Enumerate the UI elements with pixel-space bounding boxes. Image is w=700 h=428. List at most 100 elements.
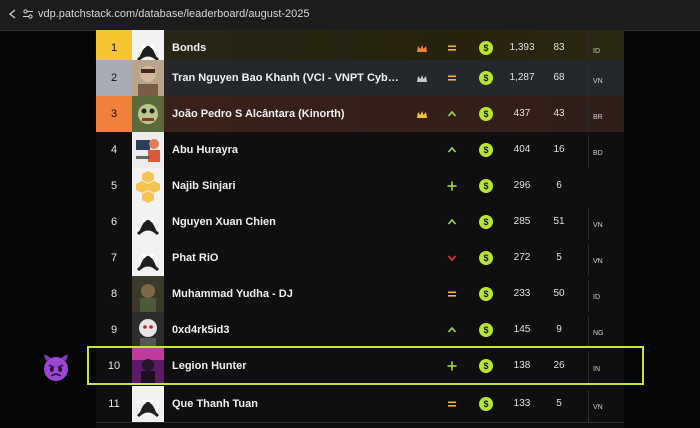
coin-icon: $ [479,287,493,301]
leaderboard-row[interactable]: 6 Nguyen Xuan Chien $ 285 51 VN [96,204,624,241]
coin-icon: $ [479,107,493,121]
player-name[interactable]: Abu Hurayra [172,132,238,168]
site-info-icon[interactable] [22,8,34,20]
trend-down-icon [444,250,460,266]
player-score: 138 [513,360,531,371]
url-text[interactable]: vdp.patchstack.com/database/leaderboard/… [38,8,310,20]
coin-icon: $ [479,41,493,55]
bronze-crown-icon [416,42,428,54]
player-count: 5 [556,398,562,409]
rank-number: 10 [107,360,121,372]
player-name[interactable]: Muhammad Yudha - DJ [172,276,293,312]
rank-number: 3 [96,96,132,132]
rank-number: 6 [110,216,118,228]
player-count: 68 [553,72,565,83]
player-count: 9 [556,324,562,335]
coin-icon: $ [479,215,493,229]
player-avatar [132,96,164,132]
player-score: 233 [513,288,531,299]
leaderboard-row[interactable]: 9 0xd4rk5id3 $ 145 9 NG [96,312,624,349]
player-name[interactable]: Najib Sinjari [172,168,236,204]
coin-icon: $ [479,359,493,373]
player-count: 50 [553,288,565,299]
player-score: 437 [513,108,531,119]
silver-crown-icon [416,72,428,84]
trend-equal-icon [444,40,460,56]
player-count: 16 [553,144,565,155]
country-code: VN [588,208,619,240]
rank-number: 4 [110,144,118,156]
player-avatar [132,60,164,96]
trend-equal-icon [444,286,460,302]
rank-number: 9 [110,324,118,336]
country-code: BR [588,100,619,132]
player-name[interactable]: 0xd4rk5id3 [172,312,229,348]
country-code: BD [588,136,619,168]
player-avatar [132,204,164,240]
player-count: 43 [553,108,565,119]
player-score: 145 [513,324,531,335]
trend-up-icon [444,106,460,122]
leaderboard-row[interactable]: 2 Tran Nguyen Bao Khanh (VCI - VNPT Cybe… [96,60,624,97]
rank-number: 7 [110,252,118,264]
back-arrow-icon[interactable] [6,8,20,22]
player-count: 26 [553,360,565,371]
leaderboard-row[interactable]: 7 Phat RiO $ 272 5 VN [96,240,624,277]
coin-icon: $ [479,143,493,157]
player-score: 272 [513,252,531,263]
player-score: 296 [513,180,531,191]
leaderboard-row[interactable]: 8 Muhammad Yudha - DJ $ 233 50 ID [96,276,624,313]
country-code: ID [588,280,619,312]
player-count: 51 [553,216,565,227]
country-code: VN [588,244,619,276]
leaderboard-table: 1 Bonds $ 1,393 83 ID 2 Tran Nguyen Bao … [96,30,624,428]
player-name[interactable]: João Pedro S Alcântara (Kinorth) [172,96,345,132]
trend-up-icon [444,142,460,158]
coin-icon: $ [479,179,493,193]
trend-up-icon [444,322,460,338]
player-avatar [132,240,164,276]
coin-icon: $ [479,251,493,265]
trend-up-icon [444,214,460,230]
player-name[interactable]: Nguyen Xuan Chien [172,204,276,240]
country-code: NG [588,316,619,348]
leaderboard-row-highlighted[interactable]: 10 Legion Hunter $ 138 26 IN [96,348,624,385]
player-avatar [132,386,164,422]
gold-crown-icon [416,108,428,120]
player-avatar [132,168,164,204]
player-avatar [132,348,164,384]
player-name[interactable]: Que Thanh Tuan [172,386,258,422]
country-code: IN [588,352,619,384]
player-avatar [132,312,164,348]
trend-equal-icon [444,70,460,86]
trend-new-icon [444,358,460,374]
player-count: 5 [556,252,562,263]
player-name[interactable]: Tran Nguyen Bao Khanh (VCI - VNPT Cyber … [172,60,400,96]
rank-number: 11 [108,398,120,410]
devil-emoji-icon [40,351,72,383]
leaderboard-row[interactable]: 4 Abu Hurayra $ 404 16 BD [96,132,624,169]
player-name[interactable]: Legion Hunter [172,348,247,384]
trend-new-icon [444,178,460,194]
player-score: 133 [513,398,531,409]
player-avatar [132,276,164,312]
rank-number: 5 [110,180,118,192]
player-avatar [132,132,164,168]
player-score: 285 [513,216,531,227]
leaderboard-row[interactable]: 3 João Pedro S Alcântara (Kinorth) $ 437… [96,96,624,133]
player-score: 404 [513,144,531,155]
rank-number: 2 [96,60,132,96]
coin-icon: $ [479,323,493,337]
coin-icon: $ [479,71,493,85]
leaderboard-row[interactable]: 5 Najib Sinjari $ 296 6 [96,168,624,205]
trend-equal-icon [444,396,460,412]
player-name[interactable]: Phat RiO [172,240,218,276]
player-score: 1,287 [509,72,535,83]
country-code: VN [588,390,619,422]
browser-address-bar[interactable]: vdp.patchstack.com/database/leaderboard/… [0,0,700,31]
rank-number: 8 [110,288,118,300]
country-code: VN [588,64,619,96]
player-count: 6 [556,180,562,191]
leaderboard-row[interactable]: 11 Que Thanh Tuan $ 133 5 VN [96,386,624,423]
coin-icon: $ [479,397,493,411]
